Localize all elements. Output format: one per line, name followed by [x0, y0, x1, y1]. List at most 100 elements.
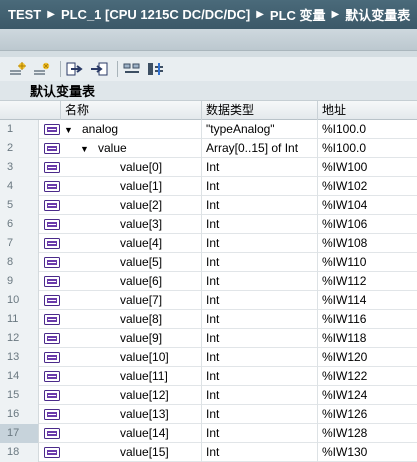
table-row[interactable]: 3 value[0] Int %IW100: [0, 158, 417, 177]
breadcrumb-plc-tags[interactable]: PLC 变量: [270, 5, 326, 24]
breadcrumb-project[interactable]: TEST: [8, 7, 41, 22]
row-number[interactable]: 2: [0, 139, 39, 158]
import-icon[interactable]: [89, 59, 109, 79]
datatype-cell[interactable]: Int: [201, 177, 317, 196]
datatype-cell[interactable]: Int: [201, 348, 317, 367]
table-row[interactable]: 10 value[7] Int %IW114: [0, 291, 417, 310]
address-cell[interactable]: %IW122: [317, 367, 417, 386]
settings-icon[interactable]: [146, 59, 166, 79]
address-cell[interactable]: %IW126: [317, 405, 417, 424]
datatype-cell[interactable]: Int: [201, 386, 317, 405]
address-cell[interactable]: %IW112: [317, 272, 417, 291]
address-cell[interactable]: %IW104: [317, 196, 417, 215]
table-row[interactable]: 2 ▼ value Array[0..15] of Int %I100.0: [0, 139, 417, 158]
address-cell[interactable]: %IW130: [317, 443, 417, 462]
name-cell[interactable]: value[10]: [60, 348, 201, 367]
table-row[interactable]: 12 value[9] Int %IW118: [0, 329, 417, 348]
name-cell[interactable]: ▼ analog: [60, 120, 201, 139]
name-cell[interactable]: value[2]: [60, 196, 201, 215]
datatype-cell[interactable]: Int: [201, 272, 317, 291]
expand-triangle-icon[interactable]: ▼: [80, 140, 90, 159]
address-cell[interactable]: %IW124: [317, 386, 417, 405]
row-number[interactable]: 3: [0, 158, 39, 177]
datatype-cell[interactable]: Int: [201, 196, 317, 215]
table-row[interactable]: 8 value[5] Int %IW110: [0, 253, 417, 272]
name-cell[interactable]: value[7]: [60, 291, 201, 310]
breadcrumb-plc[interactable]: PLC_1 [CPU 1215C DC/DC/DC]: [61, 7, 250, 22]
datatype-cell[interactable]: Int: [201, 329, 317, 348]
datatype-cell[interactable]: Int: [201, 234, 317, 253]
datatype-cell[interactable]: Int: [201, 367, 317, 386]
name-cell[interactable]: value[6]: [60, 272, 201, 291]
address-cell[interactable]: %IW116: [317, 310, 417, 329]
row-number[interactable]: 14: [0, 367, 39, 386]
name-cell[interactable]: value[14]: [60, 424, 201, 443]
row-number[interactable]: 16: [0, 405, 39, 424]
table-row[interactable]: 17 value[14] Int %IW128: [0, 424, 417, 443]
add-row-icon[interactable]: [8, 59, 28, 79]
row-number[interactable]: 10: [0, 291, 39, 310]
name-cell[interactable]: value[12]: [60, 386, 201, 405]
datatype-cell[interactable]: "typeAnalog": [201, 120, 317, 139]
address-cell[interactable]: %IW106: [317, 215, 417, 234]
row-number[interactable]: 7: [0, 234, 39, 253]
row-number[interactable]: 8: [0, 253, 39, 272]
table-row[interactable]: 9 value[6] Int %IW112: [0, 272, 417, 291]
row-number[interactable]: 9: [0, 272, 39, 291]
table-row[interactable]: 16 value[13] Int %IW126: [0, 405, 417, 424]
export-icon[interactable]: [65, 59, 85, 79]
table-row[interactable]: 15 value[12] Int %IW124: [0, 386, 417, 405]
address-cell[interactable]: %I100.0: [317, 139, 417, 158]
insert-row-icon[interactable]: [32, 59, 52, 79]
row-number[interactable]: 1: [0, 120, 39, 139]
datatype-cell[interactable]: Array[0..15] of Int: [201, 139, 317, 158]
table-row[interactable]: 14 value[11] Int %IW122: [0, 367, 417, 386]
datatype-cell[interactable]: Int: [201, 424, 317, 443]
datatype-cell[interactable]: Int: [201, 215, 317, 234]
address-cell[interactable]: %IW128: [317, 424, 417, 443]
table-row[interactable]: 5 value[2] Int %IW104: [0, 196, 417, 215]
name-cell[interactable]: value[5]: [60, 253, 201, 272]
row-number[interactable]: 5: [0, 196, 39, 215]
datatype-cell[interactable]: Int: [201, 253, 317, 272]
monitor-icon[interactable]: [122, 59, 142, 79]
row-number[interactable]: 11: [0, 310, 39, 329]
address-cell[interactable]: %I100.0: [317, 120, 417, 139]
row-number[interactable]: 4: [0, 177, 39, 196]
address-cell[interactable]: %IW108: [317, 234, 417, 253]
datatype-cell[interactable]: Int: [201, 310, 317, 329]
name-cell[interactable]: value[9]: [60, 329, 201, 348]
expand-triangle-icon[interactable]: ▼: [64, 121, 74, 140]
row-number[interactable]: 6: [0, 215, 39, 234]
name-cell[interactable]: value[15]: [60, 443, 201, 462]
table-row[interactable]: 1 ▼ analog "typeAnalog" %I100.0: [0, 120, 417, 139]
address-cell[interactable]: %IW100: [317, 158, 417, 177]
table-row[interactable]: 18 value[15] Int %IW130: [0, 443, 417, 462]
name-cell[interactable]: ▼ value: [60, 139, 201, 158]
row-number[interactable]: 17: [0, 424, 39, 443]
table-row[interactable]: 4 value[1] Int %IW102: [0, 177, 417, 196]
breadcrumb-default-tag-table[interactable]: 默认变量表: [345, 5, 410, 24]
datatype-cell[interactable]: Int: [201, 158, 317, 177]
address-cell[interactable]: %IW114: [317, 291, 417, 310]
column-header-datatype[interactable]: 数据类型: [201, 101, 317, 120]
datatype-cell[interactable]: Int: [201, 443, 317, 462]
name-cell[interactable]: value[4]: [60, 234, 201, 253]
name-cell[interactable]: value[1]: [60, 177, 201, 196]
name-cell[interactable]: value[3]: [60, 215, 201, 234]
address-cell[interactable]: %IW118: [317, 329, 417, 348]
row-number[interactable]: 13: [0, 348, 39, 367]
name-cell[interactable]: value[13]: [60, 405, 201, 424]
row-number[interactable]: 18: [0, 443, 39, 462]
name-cell[interactable]: value[11]: [60, 367, 201, 386]
name-cell[interactable]: value[8]: [60, 310, 201, 329]
column-header-name[interactable]: 名称: [60, 101, 201, 120]
row-number[interactable]: 12: [0, 329, 39, 348]
address-cell[interactable]: %IW120: [317, 348, 417, 367]
table-row[interactable]: 11 value[8] Int %IW116: [0, 310, 417, 329]
row-number[interactable]: 15: [0, 386, 39, 405]
datatype-cell[interactable]: Int: [201, 405, 317, 424]
name-cell[interactable]: value[0]: [60, 158, 201, 177]
address-cell[interactable]: %IW102: [317, 177, 417, 196]
datatype-cell[interactable]: Int: [201, 291, 317, 310]
